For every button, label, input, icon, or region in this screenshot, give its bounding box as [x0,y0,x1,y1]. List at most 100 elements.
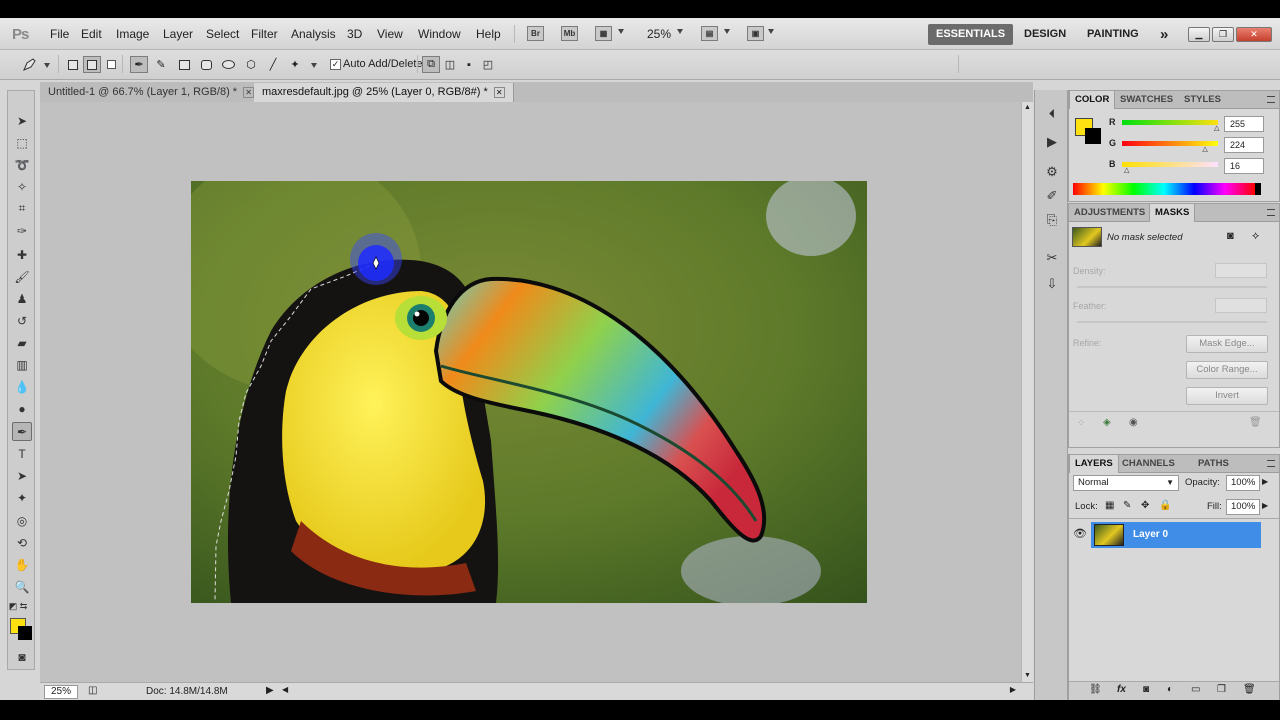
new-group-icon[interactable]: ▭ [1191,684,1200,695]
custom-shape-icon[interactable]: ✦ [286,56,304,73]
r-value[interactable]: 255 [1224,116,1264,132]
close-button[interactable]: ✕ [1236,27,1272,42]
shape-layers-icon[interactable] [64,56,82,73]
menu-layer[interactable]: Layer [163,27,193,41]
trash-icon[interactable]: 🗑 [1243,684,1256,695]
fill-field[interactable]: 100% [1226,499,1260,515]
chevron-down-icon[interactable] [677,29,683,34]
pen-tool-preset-icon[interactable] [20,56,38,73]
3d-rotate-tool-icon[interactable]: ◎ [12,511,32,530]
scroll-up-icon[interactable]: ▲ [1024,104,1031,111]
tab-styles[interactable]: STYLES [1179,91,1226,109]
history-brush-tool-icon[interactable]: ↺ [12,311,32,330]
horizontal-scrollbar[interactable]: ◀ ▶ [282,685,1016,698]
black-swatch[interactable] [1255,183,1261,195]
fill-pixels-icon[interactable] [102,56,120,73]
adjustment-layer-icon[interactable]: ◐ [1167,684,1173,695]
marquee-tool-icon[interactable]: ⬚ [12,133,32,152]
r-slider-thumb[interactable]: △ [1214,124,1219,132]
menu-image[interactable]: Image [116,27,149,41]
canvas-area[interactable] [40,102,1021,682]
chevron-down-icon[interactable] [311,63,317,68]
menu-edit[interactable]: Edit [81,27,102,41]
zoom-tool-icon[interactable]: 🔍 [12,577,32,596]
screen-mode-icon[interactable]: ▣ [747,26,764,41]
chevron-down-icon[interactable] [724,29,730,34]
clone-source-icon[interactable]: ⎘ [1042,210,1062,230]
lasso-tool-icon[interactable]: ➰ [12,155,32,174]
default-colors-icon[interactable]: ◩ ⇆ [8,597,28,616]
menu-window[interactable]: Window [418,27,461,41]
rectangle-icon[interactable] [175,56,193,73]
tool-presets-icon[interactable]: ⚙ [1042,162,1062,182]
vector-mask-icon[interactable]: ⟡ [1252,230,1259,243]
background-color-swatch[interactable] [18,626,32,640]
tab-color[interactable]: COLOR [1069,91,1116,109]
b-slider[interactable] [1122,162,1218,167]
freeform-pen-icon[interactable]: ✎ [152,56,170,73]
history-panel-icon[interactable]: ⏴ [1042,104,1062,124]
disable-mask-icon[interactable]: ◉ [1129,417,1138,428]
dodge-tool-icon[interactable]: ● [12,399,32,418]
move-tool-icon[interactable]: ➤ [12,111,32,130]
brush-tool-icon[interactable]: 🖌 [12,267,32,286]
panel-menu-icon[interactable] [1267,209,1275,216]
close-icon[interactable]: ✕ [493,87,505,98]
layer-name[interactable]: Layer 0 [1133,529,1168,540]
add-to-path-area-icon[interactable]: ⧉ [422,56,440,73]
scroll-right-icon[interactable]: ▶ [1010,685,1016,694]
invert-button[interactable]: Invert [1186,387,1268,405]
layer-row[interactable]: 👁 Layer 0 [1069,522,1279,548]
tab-untitled-1[interactable]: Untitled-1 @ 66.7% (Layer 1, RGB/8) * ✕ [40,83,264,102]
quick-selection-tool-icon[interactable]: ✧ [12,177,32,196]
chevron-down-icon[interactable] [44,63,50,68]
pen-tool-icon[interactable]: ✒ [12,422,32,441]
rounded-rectangle-icon[interactable] [197,56,215,73]
menu-select[interactable]: Select [206,27,239,41]
b-value[interactable]: 16 [1224,158,1264,174]
g-slider-thumb[interactable]: △ [1202,145,1207,153]
path-selection-tool-icon[interactable]: ➤ [12,466,32,485]
custom-shape-tool-icon[interactable]: ✦ [12,488,32,507]
3d-panel-icon[interactable]: ✂ [1042,248,1062,268]
status-info-icon[interactable]: ◫ [88,685,97,696]
workspace-design[interactable]: DESIGN [1016,24,1074,45]
auto-add-delete-checkbox[interactable]: ✓ [330,59,341,70]
link-layers-icon[interactable]: ⛓ [1089,684,1102,695]
eyedropper-tool-icon[interactable]: ✑ [12,221,32,240]
toucan-photo[interactable] [191,181,867,603]
minibridge-button[interactable]: Mb [561,26,578,41]
view-extras-icon[interactable]: ▦ [595,26,612,41]
menu-3d[interactable]: 3D [347,27,362,41]
menu-filter[interactable]: Filter [251,27,278,41]
menu-file[interactable]: File [50,27,69,41]
gradient-tool-icon[interactable]: ▥ [12,355,32,374]
tab-channels[interactable]: CHANNELS [1117,455,1180,473]
status-zoom-field[interactable]: 25% [44,685,78,699]
trash-icon[interactable]: 🗑 [1249,417,1262,428]
healing-brush-tool-icon[interactable]: ✚ [12,245,32,264]
pen-tool-icon[interactable]: ✒ [130,56,148,73]
workspace-essentials[interactable]: ESSENTIALS [928,24,1014,45]
status-menu-arrow-icon[interactable]: ▶ [266,685,274,696]
brush-panel-icon[interactable]: ✐ [1042,186,1062,206]
menu-analysis[interactable]: Analysis [291,27,336,41]
blend-mode-select[interactable]: Normal ▼ [1073,475,1179,491]
load-selection-icon[interactable]: ⁘ [1077,418,1085,429]
lock-all-icon[interactable]: 🔒 [1159,500,1171,511]
scroll-down-icon[interactable]: ▼ [1024,672,1031,679]
tab-maxresdefault[interactable]: maxresdefault.jpg @ 25% (Layer 0, RGB/8#… [254,83,514,102]
layer-style-icon[interactable]: fx [1117,684,1126,695]
color-spectrum-bar[interactable] [1073,183,1255,195]
zoom-level[interactable]: 25% [647,27,671,41]
arrange-documents-icon[interactable]: ▤ [701,26,718,41]
eye-icon[interactable]: 👁 [1073,527,1087,540]
r-slider[interactable] [1122,120,1218,125]
ellipse-icon[interactable] [219,56,237,73]
apply-mask-icon[interactable]: ◈ [1103,417,1111,428]
actions-panel-icon[interactable]: ▶ [1042,132,1062,152]
tab-adjustments[interactable]: ADJUSTMENTS [1069,204,1150,222]
color-range-button[interactable]: Color Range... [1186,361,1268,379]
fill-arrow-icon[interactable]: ▶ [1262,501,1268,510]
animation-panel-icon[interactable]: ⇩ [1042,274,1062,294]
